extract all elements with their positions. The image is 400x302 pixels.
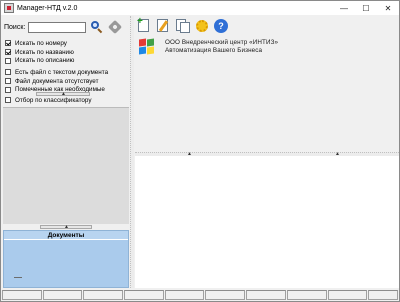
documents-header: Документы [4, 231, 128, 240]
search-label: Поиск: [4, 23, 26, 31]
filter-has-file[interactable]: Есть файл с текстом документа [5, 68, 129, 77]
clear-search-icon[interactable] [107, 19, 123, 35]
classifier-tree[interactable] [3, 107, 129, 224]
checkbox-search-number[interactable] [5, 40, 11, 47]
documents-panel[interactable]: Документы [3, 230, 129, 288]
checkbox-classifier[interactable] [5, 97, 11, 104]
status-cell [327, 290, 368, 300]
status-cell [368, 290, 398, 300]
search-icon[interactable] [90, 20, 104, 34]
new-document-icon[interactable]: + [137, 17, 153, 34]
documents-indicator [14, 277, 22, 278]
maximize-button[interactable]: ☐ [355, 1, 377, 15]
chevron-up-icon: ▲ [64, 224, 69, 230]
status-cell [42, 290, 83, 300]
window-title: Manager-НТД v.2.0 [17, 4, 78, 12]
checkbox-search-description[interactable] [5, 57, 11, 64]
search-row: Поиск: [4, 19, 130, 35]
checkbox-label: Отбор по классификатору [15, 96, 92, 104]
filter-no-file[interactable]: Файл документа отсутствует [5, 77, 129, 86]
status-cell [164, 290, 205, 300]
filter-by-name[interactable]: Искать по названию [5, 48, 129, 57]
checkbox-search-name[interactable] [5, 49, 11, 56]
help-icon[interactable]: ? [213, 18, 229, 34]
edit-document-icon[interactable] [156, 18, 172, 34]
status-cell [205, 290, 246, 300]
documents-split-handle[interactable]: ▲ [40, 224, 92, 230]
checkbox-label: Искать по описанию [15, 57, 75, 65]
app-window: Manager-НТД v.2.0 — ☐ ✕ Поиск: Искать по… [0, 0, 400, 302]
checkbox-label: Искать по названию [15, 48, 74, 56]
copy-document-icon[interactable] [175, 18, 191, 34]
filter-by-number[interactable]: Искать по номеру [5, 39, 129, 48]
toolbar: + ? [135, 16, 399, 36]
document-content-area[interactable] [135, 156, 399, 288]
settings-icon[interactable] [194, 18, 210, 34]
filter-checkboxes: Искать по номеру Искать по названию Иска… [5, 39, 129, 94]
company-name: ООО Внедренческий центр «ИНТИЗ» [165, 39, 279, 46]
filter-panel: Поиск: Искать по номеру Искать по назван… [2, 16, 130, 288]
filter-by-classifier[interactable]: Отбор по классификатору [5, 96, 129, 105]
minimize-button[interactable]: — [333, 1, 355, 15]
company-banner: ООО Внедренческий центр «ИНТИЗ» Автомати… [137, 38, 317, 56]
filter-by-description[interactable]: Искать по описанию [5, 56, 129, 65]
status-bar [1, 290, 399, 301]
status-cell [286, 290, 327, 300]
company-slogan: Автоматизация Вашего Бизнеса [165, 47, 263, 54]
checkbox-has-file[interactable] [5, 69, 11, 76]
close-button[interactable]: ✕ [377, 1, 399, 15]
checkbox-label: Файл документа отсутствует [15, 77, 99, 85]
app-icon [4, 3, 14, 13]
status-cell [2, 290, 42, 300]
status-cell [124, 290, 164, 300]
status-cell [83, 290, 124, 300]
vertical-splitter[interactable] [130, 16, 134, 288]
status-cell [246, 290, 286, 300]
checkbox-label: Искать по номеру [15, 39, 67, 47]
company-logo [139, 38, 155, 55]
checkbox-label: Есть файл с текстом документа [15, 68, 109, 76]
title-bar: Manager-НТД v.2.0 — ☐ ✕ [1, 1, 399, 15]
checkbox-marked-needed[interactable] [5, 86, 11, 93]
window-controls: — ☐ ✕ [333, 1, 399, 15]
checkbox-no-file[interactable] [5, 78, 11, 85]
search-input[interactable] [28, 21, 86, 33]
